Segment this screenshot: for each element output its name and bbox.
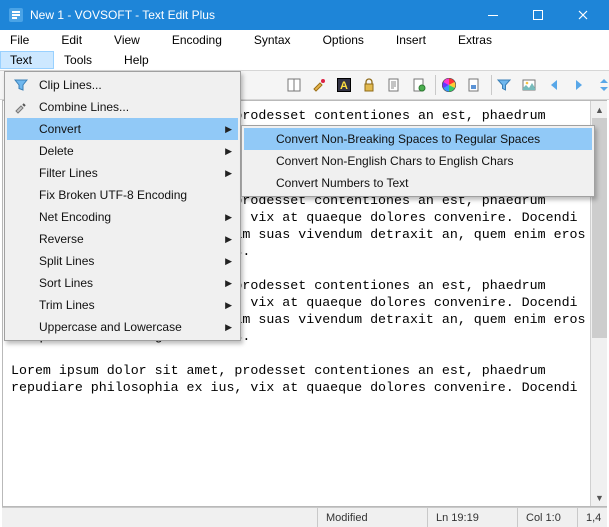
- toolbar-doc1-icon[interactable]: [383, 74, 405, 96]
- menu-item-label: Delete: [39, 144, 74, 158]
- status-modified: Modified: [317, 508, 427, 527]
- menu-item-trim-lines[interactable]: Trim Lines ▶: [7, 294, 238, 316]
- submenu-arrow-icon: ▶: [225, 146, 232, 157]
- maximize-button[interactable]: [515, 0, 560, 30]
- brush-icon: [12, 100, 30, 114]
- menu-item-convert-numbers[interactable]: Convert Numbers to Text: [244, 172, 592, 194]
- menu-item-label: Trim Lines: [39, 298, 95, 312]
- menu-item-convert-nbsp[interactable]: Convert Non-Breaking Spaces to Regular S…: [244, 128, 592, 150]
- menu-item-label: Convert: [39, 122, 81, 136]
- submenu-arrow-icon: ▶: [225, 124, 232, 135]
- toolbar-doc3-icon[interactable]: [463, 74, 485, 96]
- menu-row-2: Text Tools Help: [0, 50, 609, 70]
- menu-item-label: Convert Numbers to Text: [276, 176, 409, 190]
- menu-item-split-lines[interactable]: Split Lines ▶: [7, 250, 238, 272]
- menu-item-clip-lines[interactable]: Clip Lines...: [7, 74, 238, 96]
- menu-syntax[interactable]: Syntax: [244, 31, 313, 49]
- menu-item-label: Sort Lines: [39, 276, 93, 290]
- status-col: Col 1:0: [517, 508, 577, 527]
- toolbar-funnel-icon[interactable]: [493, 74, 515, 96]
- menu-item-combine-lines[interactable]: Combine Lines...: [7, 96, 238, 118]
- scroll-down-arrow-icon[interactable]: ▼: [591, 489, 608, 506]
- menu-item-label: Reverse: [39, 232, 84, 246]
- menu-item-reverse[interactable]: Reverse ▶: [7, 228, 238, 250]
- submenu-arrow-icon: ▶: [225, 256, 232, 267]
- menu-item-label: Split Lines: [39, 254, 94, 268]
- submenu-arrow-icon: ▶: [225, 234, 232, 245]
- menu-tools[interactable]: Tools: [54, 51, 114, 69]
- toolbar-font-icon[interactable]: A: [333, 74, 355, 96]
- menu-insert[interactable]: Insert: [386, 31, 448, 49]
- text-menu-dropdown: Clip Lines... Combine Lines... Convert ▶…: [4, 71, 241, 341]
- minimize-button[interactable]: [470, 0, 515, 30]
- menu-item-convert[interactable]: Convert ▶: [7, 118, 238, 140]
- menu-item-sort-lines[interactable]: Sort Lines ▶: [7, 272, 238, 294]
- app-icon: [8, 7, 24, 23]
- menu-item-label: Fix Broken UTF-8 Encoding: [39, 188, 187, 202]
- menu-edit[interactable]: Edit: [51, 31, 104, 49]
- submenu-arrow-icon: ▶: [225, 168, 232, 179]
- toolbar-doc2-icon[interactable]: [408, 74, 430, 96]
- menu-encoding[interactable]: Encoding: [162, 31, 244, 49]
- status-line: Ln 19:19: [427, 508, 517, 527]
- menu-item-label: Combine Lines...: [39, 100, 129, 114]
- menu-options[interactable]: Options: [313, 31, 386, 49]
- window-controls: [470, 0, 605, 30]
- menu-view[interactable]: View: [104, 31, 162, 49]
- menu-item-label: Net Encoding: [39, 210, 111, 224]
- svg-text:A: A: [340, 80, 348, 92]
- menu-item-net-encoding[interactable]: Net Encoding ▶: [7, 206, 238, 228]
- toolbar-updown-icon[interactable]: [593, 74, 609, 96]
- toolbar-separator: [435, 75, 436, 95]
- submenu-arrow-icon: ▶: [225, 322, 232, 333]
- menu-bar: File Edit View Encoding Syntax Options I…: [0, 30, 609, 70]
- menu-item-label: Filter Lines: [39, 166, 98, 180]
- close-button[interactable]: [560, 0, 605, 30]
- menu-extras[interactable]: Extras: [448, 31, 514, 49]
- menu-item-label: Uppercase and Lowercase: [39, 320, 182, 334]
- toolbar-colorwheel-icon[interactable]: [438, 74, 460, 96]
- menu-item-label: Convert Non-Breaking Spaces to Regular S…: [276, 132, 540, 146]
- scroll-up-arrow-icon[interactable]: ▲: [591, 101, 608, 118]
- status-bar: Modified Ln 19:19 Col 1:0 1,4: [2, 507, 607, 527]
- toolbar-right-arrow-icon[interactable]: [568, 74, 590, 96]
- toolbar-book-icon[interactable]: [283, 74, 305, 96]
- window-title: New 1 - VOVSOFT - Text Edit Plus: [30, 8, 470, 22]
- menu-item-label: Convert Non-English Chars to English Cha…: [276, 154, 513, 168]
- menu-file[interactable]: File: [0, 31, 51, 49]
- toolbar-left-arrow-icon[interactable]: [543, 74, 565, 96]
- submenu-arrow-icon: ▶: [225, 300, 232, 311]
- title-bar: New 1 - VOVSOFT - Text Edit Plus: [0, 0, 609, 30]
- submenu-arrow-icon: ▶: [225, 212, 232, 223]
- menu-item-label: Clip Lines...: [39, 78, 102, 92]
- funnel-icon: [12, 78, 30, 92]
- toolbar-brush-icon[interactable]: [308, 74, 330, 96]
- status-sel: 1,4: [577, 508, 607, 527]
- menu-item-convert-nonenglish[interactable]: Convert Non-English Chars to English Cha…: [244, 150, 592, 172]
- convert-submenu-dropdown: Convert Non-Breaking Spaces to Regular S…: [241, 125, 595, 197]
- menu-help[interactable]: Help: [114, 51, 171, 69]
- toolbar-separator: [491, 75, 492, 95]
- toolbar-lock-icon[interactable]: [358, 74, 380, 96]
- menu-item-delete[interactable]: Delete ▶: [7, 140, 238, 162]
- menu-item-fix-utf8[interactable]: Fix Broken UTF-8 Encoding: [7, 184, 238, 206]
- menu-row-1: File Edit View Encoding Syntax Options I…: [0, 30, 609, 50]
- toolbar-image-icon[interactable]: [518, 74, 540, 96]
- menu-item-uppercase-lowercase[interactable]: Uppercase and Lowercase ▶: [7, 316, 238, 338]
- menu-text[interactable]: Text: [0, 51, 54, 69]
- menu-item-filter-lines[interactable]: Filter Lines ▶: [7, 162, 238, 184]
- submenu-arrow-icon: ▶: [225, 278, 232, 289]
